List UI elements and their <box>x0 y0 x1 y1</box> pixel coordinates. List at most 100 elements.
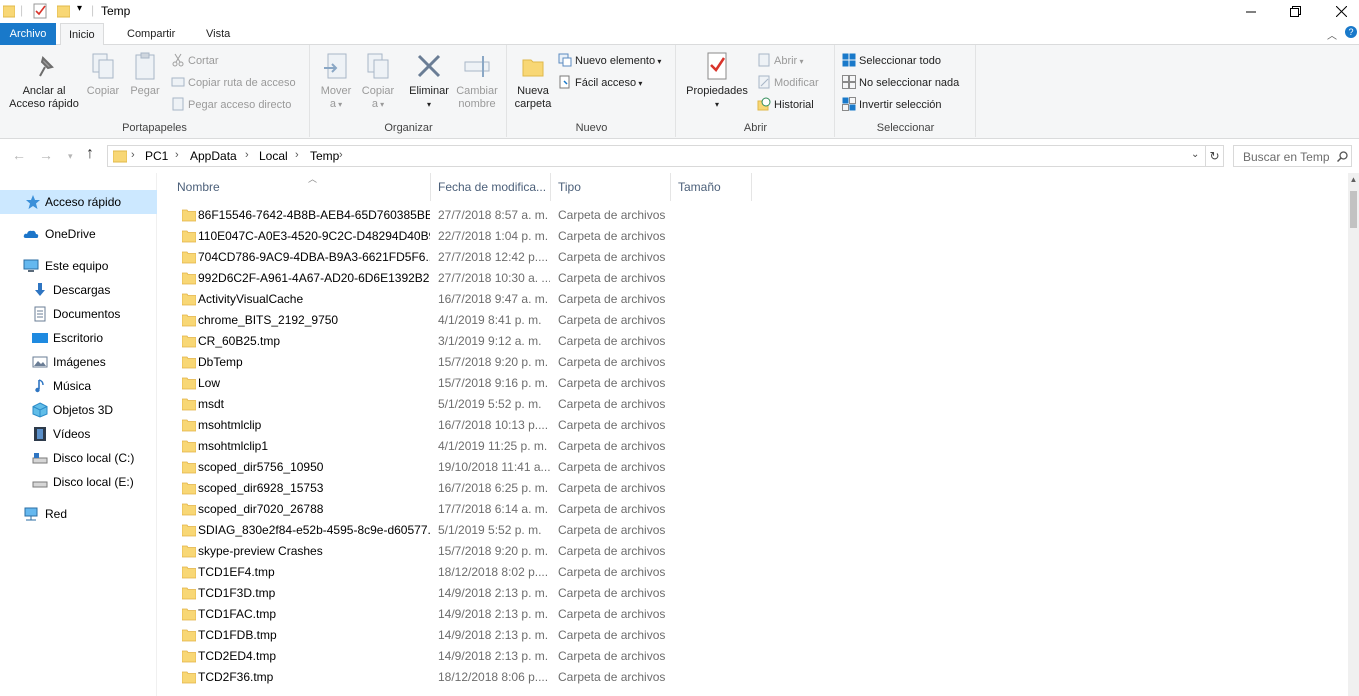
nav-item-this-pc[interactable]: Este equipo <box>0 254 157 278</box>
refresh-button[interactable]: ↻ <box>1205 145 1224 167</box>
table-row[interactable]: Low 15/7/2018 9:16 p. m. Carpeta de archiv… <box>158 373 1348 394</box>
new-folder-quick-icon[interactable] <box>57 4 70 18</box>
file-type: Carpeta de archivos <box>558 628 666 642</box>
select-none-button[interactable]: No seleccionar nada <box>842 74 959 92</box>
scroll-thumb[interactable] <box>1350 191 1357 228</box>
scroll-up-icon[interactable]: ▲ <box>1348 175 1359 184</box>
breadcrumb-pc1[interactable]: PC1 <box>145 149 168 163</box>
vertical-scrollbar[interactable]: ▲ <box>1348 173 1359 696</box>
delete-button[interactable]: Eliminar ▾ <box>406 50 452 111</box>
nav-item-disk-c[interactable]: Disco local (C:) <box>0 446 157 470</box>
table-row[interactable]: TCD1FDB.tmp 14/9/2018 2:13 p. m. Carpeta d… <box>158 625 1348 646</box>
back-arrow-icon[interactable]: ← <box>12 147 26 163</box>
history-button[interactable]: Historial <box>757 96 814 114</box>
breadcrumb-local[interactable]: Local <box>259 149 288 163</box>
tab-inicio[interactable]: Inicio <box>60 23 104 46</box>
nav-item-onedrive[interactable]: OneDrive <box>0 222 157 246</box>
copy-button[interactable]: Copiar <box>85 50 121 98</box>
cut-button[interactable]: Cortar <box>171 52 219 70</box>
search-box[interactable]: Buscar en Temp <box>1233 145 1352 167</box>
file-type: Carpeta de archivos <box>558 544 666 558</box>
collapse-ribbon-icon[interactable]: ︿ <box>1327 27 1337 42</box>
close-button[interactable] <box>1318 0 1359 23</box>
tab-vista[interactable]: Vista <box>198 23 238 45</box>
table-row[interactable]: msohtmlclip1 4/1/2019 11:25 p. m. Carpeta … <box>158 436 1348 457</box>
address-bar[interactable]: › PC1 › AppData › Local › Temp › ⌄ <box>107 145 1206 167</box>
properties-check-icon[interactable] <box>33 3 48 19</box>
table-row[interactable]: skype-preview Crashes 15/7/2018 9:20 p. m… <box>158 541 1348 562</box>
paste-shortcut-icon <box>172 97 184 111</box>
help-icon[interactable]: ? <box>1345 26 1357 38</box>
forward-arrow-icon[interactable]: → <box>39 147 53 163</box>
new-item-button[interactable]: Nuevo elemento ▾ <box>558 52 661 70</box>
nav-item-documents[interactable]: Documentos <box>0 302 157 326</box>
restore-button[interactable] <box>1272 0 1318 23</box>
move-to-button[interactable]: Mover a ▾ <box>316 50 356 111</box>
file-type: Carpeta de archivos <box>558 649 666 663</box>
new-folder-button[interactable]: Nueva carpeta <box>510 50 556 111</box>
paste-button[interactable]: Pegar <box>127 50 163 98</box>
copy-to-button[interactable]: Copiar a ▾ <box>358 50 398 111</box>
nav-item-pictures[interactable]: Imágenes <box>0 350 157 374</box>
table-row[interactable]: CR_60B25.tmp 3/1/2019 9:12 a. m. Carpeta d… <box>158 331 1348 352</box>
properties-button[interactable]: Propiedades ▾ <box>684 50 750 111</box>
file-type: Carpeta de archivos <box>558 502 666 516</box>
table-row[interactable]: 86F15546-7642-4B8B-AEB4-65D760385BEC 27/7… <box>158 205 1348 226</box>
table-row[interactable]: 992D6C2F-A961-4A67-AD20-6D6E1392B2... 27/… <box>158 268 1348 289</box>
group-label-organizar: Organizar <box>384 122 433 134</box>
up-arrow-icon[interactable]: ↑ <box>86 145 94 163</box>
table-row[interactable]: msdt 5/1/2019 5:52 p. m. Carpeta de archiv… <box>158 394 1348 415</box>
table-row[interactable]: scoped_dir6928_15753 16/7/2018 6:25 p. m.… <box>158 478 1348 499</box>
pin-quick-access-button[interactable]: Anclar al Acceso rápido <box>6 50 82 111</box>
table-row[interactable]: TCD2ED4.tmp 14/9/2018 2:13 p. m. Carpeta d… <box>158 646 1348 667</box>
invert-selection-button[interactable]: Invertir selección <box>842 96 942 114</box>
folder-icon <box>182 587 196 600</box>
nav-item-desktop[interactable]: Escritorio <box>0 326 157 350</box>
easy-access-button[interactable]: Fácil acceso ▾ <box>558 74 642 92</box>
tab-archivo[interactable]: Archivo <box>0 23 56 45</box>
table-row[interactable]: scoped_dir7020_26788 17/7/2018 6:14 a. m.… <box>158 499 1348 520</box>
table-row[interactable]: TCD1F3D.tmp 14/9/2018 2:13 p. m. Carpeta d… <box>158 583 1348 604</box>
file-date: 18/12/2018 8:06 p.... <box>438 670 549 684</box>
table-row[interactable]: msohtmlclip 16/7/2018 10:13 p.... Carpeta … <box>158 415 1348 436</box>
address-dropdown-icon[interactable]: ⌄ <box>1191 149 1199 160</box>
table-row[interactable]: ActivityVisualCache 16/7/2018 9:47 a. m. C… <box>158 289 1348 310</box>
open-button[interactable]: Abrir ▾ <box>757 52 803 70</box>
search-icon <box>1337 151 1348 162</box>
nav-item-quick-access[interactable]: Acceso rápido <box>0 190 157 214</box>
column-header-size[interactable]: Tamaño <box>672 173 752 201</box>
table-row[interactable]: scoped_dir5756_10950 19/10/2018 11:41 a..… <box>158 457 1348 478</box>
nav-item-videos[interactable]: Vídeos <box>0 422 157 446</box>
column-header-name[interactable]: ︿ Nombre <box>171 173 431 201</box>
table-row[interactable]: 110E047C-A0E3-4520-9C2C-D48294D40B97 22/7… <box>158 226 1348 247</box>
edit-button[interactable]: Modificar <box>757 74 819 92</box>
file-date: 5/1/2019 5:52 p. m. <box>438 523 542 537</box>
file-name: TCD1FDB.tmp <box>198 628 277 642</box>
breadcrumb-temp[interactable]: Temp <box>310 149 339 163</box>
select-all-button[interactable]: Seleccionar todo <box>842 52 941 70</box>
table-row[interactable]: TCD1FAC.tmp 14/9/2018 2:13 p. m. Carpeta d… <box>158 604 1348 625</box>
table-row[interactable]: 704CD786-9AC9-4DBA-B9A3-6621FD5F6... 27/7… <box>158 247 1348 268</box>
recent-locations-icon[interactable]: ▾ <box>68 151 73 162</box>
table-row[interactable]: chrome_BITS_2192_9750 4/1/2019 8:41 p. m.… <box>158 310 1348 331</box>
copy-path-button[interactable]: Copiar ruta de acceso <box>171 74 296 92</box>
table-row[interactable]: DbTemp 15/7/2018 9:20 p. m. Carpeta de arc… <box>158 352 1348 373</box>
navigation-pane: Acceso rápido OneDrive Este equipo Desca… <box>0 173 157 696</box>
qa-dropdown-icon[interactable]: ▾ <box>77 3 82 14</box>
nav-item-downloads[interactable]: Descargas <box>0 278 157 302</box>
table-row[interactable]: TCD2F36.tmp 18/12/2018 8:06 p.... Carpeta … <box>158 667 1348 688</box>
minimize-button[interactable] <box>1228 0 1274 23</box>
table-row[interactable]: SDIAG_830e2f84-e52b-4595-8c9e-d60577... 5… <box>158 520 1348 541</box>
tab-compartir[interactable]: Compartir <box>119 23 183 45</box>
breadcrumb-appdata[interactable]: AppData <box>190 149 237 163</box>
nav-item-music[interactable]: Música <box>0 374 157 398</box>
refresh-icon: ↻ <box>1209 149 1220 163</box>
column-header-type[interactable]: Tipo <box>552 173 671 201</box>
nav-item-3d-objects[interactable]: Objetos 3D <box>0 398 157 422</box>
column-header-date[interactable]: Fecha de modifica... <box>432 173 551 201</box>
rename-button[interactable]: Cambiar nombre <box>454 50 500 111</box>
nav-item-disk-e[interactable]: Disco local (E:) <box>0 470 157 494</box>
table-row[interactable]: TCD1EF4.tmp 18/12/2018 8:02 p.... Carpeta … <box>158 562 1348 583</box>
paste-shortcut-button[interactable]: Pegar acceso directo <box>171 96 291 114</box>
nav-item-network[interactable]: Red <box>0 502 157 526</box>
